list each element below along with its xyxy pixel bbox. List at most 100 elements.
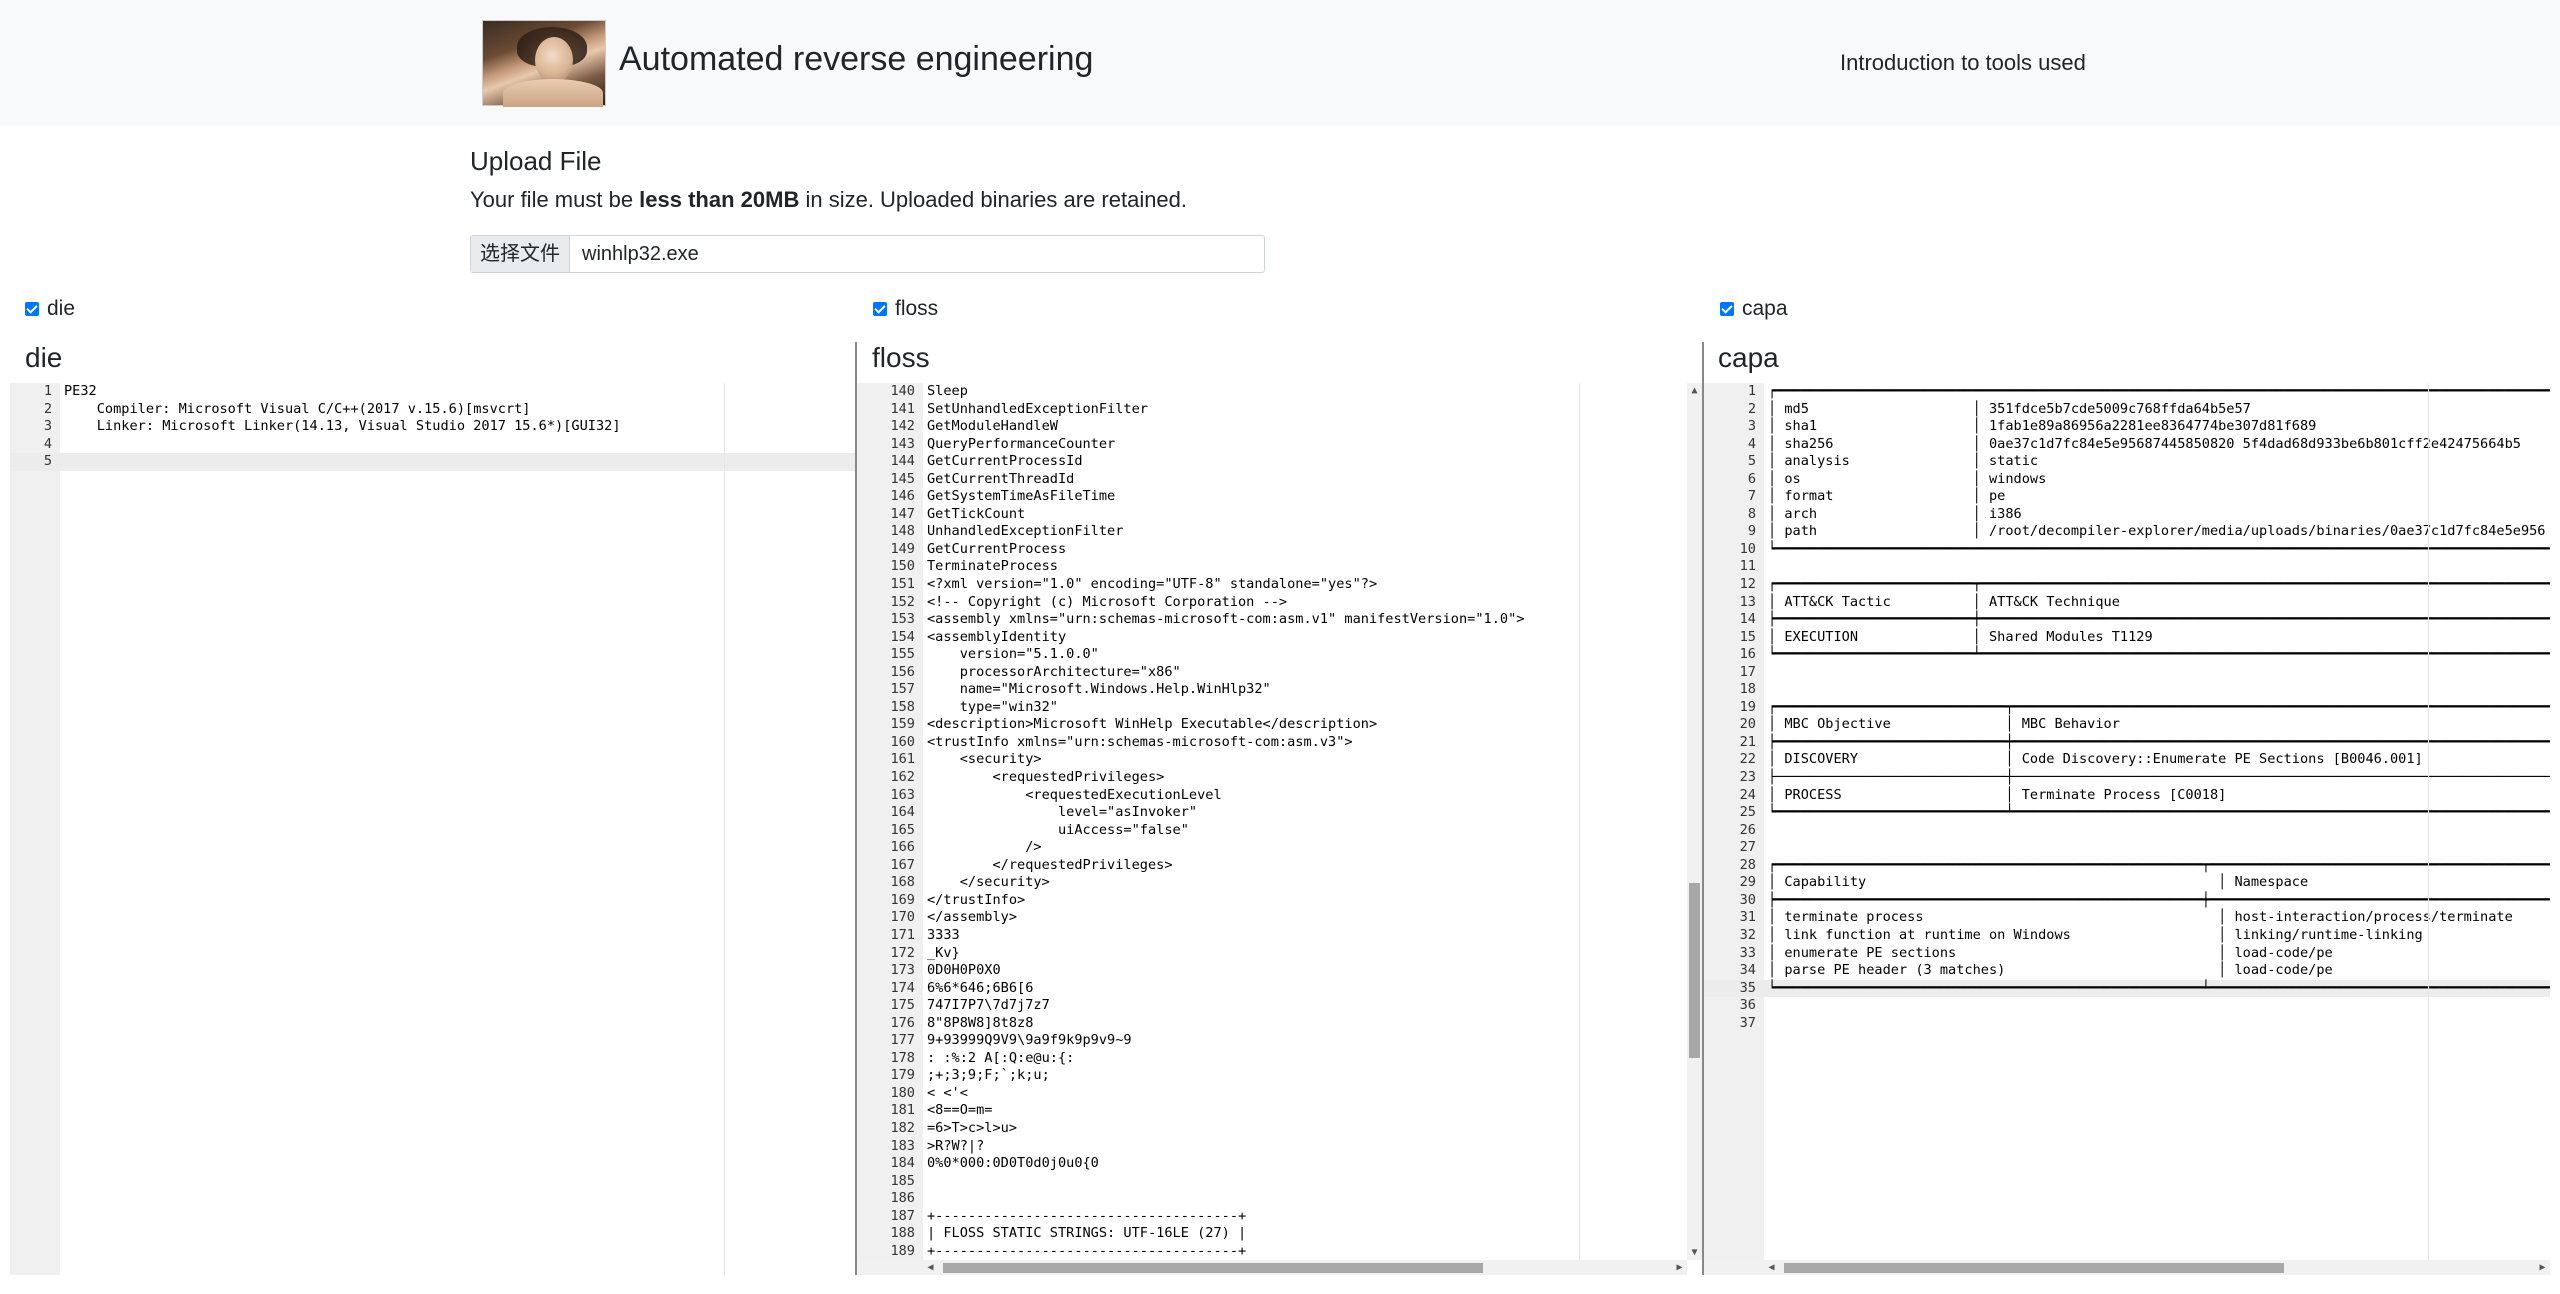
code-line[interactable]: TerminateProcess (923, 558, 1702, 576)
code-line[interactable]: </trustInfo> (923, 892, 1702, 910)
code-line[interactable] (923, 1173, 1702, 1191)
code-line[interactable]: Sleep (923, 383, 1702, 401)
code-line[interactable]: Linker: Microsoft Linker(14.13, Visual S… (60, 418, 855, 436)
code-line[interactable]: ┍━━━━━━━━━━━━━━━━━━━━━━━━┯━━━━━━━━━━━━━━… (1764, 576, 2550, 594)
code-line[interactable]: │ sha256 │ 0ae37c1d7fc84e5e9568744585082… (1764, 436, 2550, 454)
code-line[interactable]: </assembly> (923, 909, 1702, 927)
code-line[interactable]: │ path │ /root/decompiler-explorer/media… (1764, 523, 2550, 541)
capa-checkbox[interactable] (1720, 302, 1734, 316)
code-line[interactable]: <requestedPrivileges> (923, 769, 1702, 787)
code-line[interactable]: <description>Microsoft WinHelp Executabl… (923, 716, 1702, 734)
code-line[interactable]: ├────────────────────────────┼──────────… (1764, 769, 2550, 787)
code-line[interactable]: 0%0*000:0D0T0d0j0u0{0 (923, 1155, 1702, 1173)
code-line[interactable]: │ enumerate PE sections │ load-code/pe (1764, 945, 2550, 963)
scrollbar-thumb[interactable] (1784, 1263, 2284, 1273)
die-editor[interactable]: 12345 PE32 Compiler: Microsoft Visual C/… (10, 383, 855, 1275)
code-line[interactable]: 747I7P7\7d7j7z7 (923, 997, 1702, 1015)
code-line[interactable]: </requestedPrivileges> (923, 857, 1702, 875)
toggle-floss[interactable]: floss (873, 297, 938, 321)
code-line[interactable]: ┕━━━━━━━━━━━━━━━━━━━━━━━━━━━━━━━━━━━━━━━… (1764, 541, 2550, 559)
code-line[interactable]: +-------------------------------------+ (923, 1243, 1702, 1261)
code-line[interactable]: ┝━━━━━━━━━━━━━━━━━━━━━━━━━━━━┿━━━━━━━━━━… (1764, 734, 2550, 752)
code-line[interactable]: ┕━━━━━━━━━━━━━━━━━━━━━━━━━━━━━━━━━━━━━━━… (1764, 979, 2550, 998)
code-line[interactable]: <assembly xmlns="urn:schemas-microsoft-c… (923, 611, 1702, 629)
code-line[interactable] (60, 453, 855, 471)
code-line[interactable]: ┝━━━━━━━━━━━━━━━━━━━━━━━━━━━━━━━━━━━━━━━… (1764, 892, 2550, 910)
code-line[interactable]: version="5.1.0.0" (923, 646, 1702, 664)
code-area[interactable]: PE32 Compiler: Microsoft Visual C/C++(20… (60, 383, 855, 1275)
code-line[interactable]: uiAccess="false" (923, 822, 1702, 840)
code-line[interactable]: QueryPerformanceCounter (923, 436, 1702, 454)
floss-editor[interactable]: 140 141 142 143 144 145 146 147 148 149 150 151 152 1… (857, 383, 1702, 1275)
code-line[interactable]: │ os │ windows (1764, 471, 2550, 489)
code-line[interactable]: <8==O=m= (923, 1102, 1702, 1120)
code-area[interactable]: Sleep SetUnhandledExceptionFilter GetModul… (923, 383, 1702, 1275)
scroll-left-arrow[interactable]: ◀ (923, 1260, 938, 1275)
code-line[interactable]: >R?W?|? (923, 1138, 1702, 1156)
code-line[interactable]: ┕━━━━━━━━━━━━━━━━━━━━━━━━┷━━━━━━━━━━━━━━… (1764, 646, 2550, 664)
code-line[interactable]: < <'< (923, 1085, 1702, 1103)
toggle-capa[interactable]: capa (1720, 297, 1788, 321)
code-line[interactable]: │ parse PE header (3 matches) │ load-cod… (1764, 962, 2550, 980)
code-line[interactable]: +-------------------------------------+ (923, 1208, 1702, 1226)
brand-title[interactable]: Automated reverse engineering (619, 40, 1093, 79)
code-line[interactable]: <?xml version="1.0" encoding="UTF-8" sta… (923, 576, 1702, 594)
code-line[interactable] (1764, 997, 2550, 1015)
code-line[interactable] (1764, 822, 2550, 840)
code-line[interactable]: GetCurrentProcess (923, 541, 1702, 559)
code-line[interactable]: │ sha1 │ 1fab1e89a86956a2281ee8364774be3… (1764, 418, 2550, 436)
code-line[interactable]: │ PROCESS │ Terminate Process [C0018] (1764, 787, 2550, 805)
code-line[interactable]: ┍━━━━━━━━━━━━━━━━━━━━━━━━━━━━┯━━━━━━━━━━… (1764, 699, 2550, 717)
code-line[interactable]: _Kv} (923, 945, 1702, 963)
code-line[interactable]: 6%6*646;6B6[6 (923, 980, 1702, 998)
code-line[interactable]: PE32 (60, 383, 855, 401)
code-line[interactable]: │ md5 │ 351fdce5b7cde5009c768ffda64b5e57 (1764, 401, 2550, 419)
code-line[interactable]: GetCurrentProcessId (923, 453, 1702, 471)
code-line[interactable]: name="Microsoft.Windows.Help.WinHlp32" (923, 681, 1702, 699)
scroll-left-arrow[interactable]: ◀ (1764, 1260, 1779, 1275)
capa-editor[interactable]: 1 2 3 4 5 6 7 8 9 10 11 12 13 14 15 16 17 18 19 20 21 22 23 24 2… (1704, 383, 2550, 1275)
code-line[interactable]: │ DISCOVERY │ Code Discovery::Enumerate … (1764, 751, 2550, 769)
code-line[interactable]: Compiler: Microsoft Visual C/C++(2017 v.… (60, 401, 855, 419)
vertical-scrollbar[interactable]: ▲ ▼ (1687, 383, 1702, 1260)
scrollbar-thumb[interactable] (943, 1263, 1483, 1273)
code-line[interactable]: 0D0H0P0X0 (923, 962, 1702, 980)
choose-file-button[interactable]: 选择文件 (471, 236, 570, 272)
logo-portrait-image[interactable] (482, 20, 606, 107)
code-line[interactable]: │ Capability │ Namespace (1764, 874, 2550, 892)
file-input[interactable]: 选择文件 winhlp32.exe (470, 235, 1265, 273)
code-line[interactable]: 8"8P8W8]8t8z8 (923, 1015, 1702, 1033)
code-line[interactable] (1764, 1015, 2550, 1033)
horizontal-scrollbar[interactable]: ◀ ▶ (857, 1260, 1687, 1275)
code-line[interactable]: GetCurrentThreadId (923, 471, 1702, 489)
code-line[interactable]: <requestedExecutionLevel (923, 787, 1702, 805)
code-line[interactable]: </security> (923, 874, 1702, 892)
code-line[interactable]: level="asInvoker" (923, 804, 1702, 822)
code-line[interactable]: ┍━━━━━━━━━━━━━━━━━━━━━━━━━━━━━━━━━━━━━━━… (1764, 383, 2550, 401)
code-line[interactable]: GetModuleHandleW (923, 418, 1702, 436)
code-line[interactable]: /> (923, 839, 1702, 857)
floss-checkbox[interactable] (873, 302, 887, 316)
code-line[interactable]: 9+93999Q9V9\9a9f9k9p9v9~9 (923, 1032, 1702, 1050)
code-line[interactable] (1764, 664, 2550, 682)
nav-link-intro[interactable]: Introduction to tools used (1840, 50, 2086, 76)
code-line[interactable]: <trustInfo xmlns="urn:schemas-microsoft-… (923, 734, 1702, 752)
scroll-down-arrow[interactable]: ▼ (1687, 1245, 1702, 1260)
toggle-die[interactable]: die (25, 297, 75, 321)
code-line[interactable]: GetTickCount (923, 506, 1702, 524)
code-line[interactable]: │ analysis │ static (1764, 453, 2550, 471)
code-line[interactable] (60, 436, 855, 454)
code-line[interactable]: │ MBC Objective │ MBC Behavior (1764, 716, 2550, 734)
code-line[interactable]: ;+;3;9;F;`;k;u; (923, 1067, 1702, 1085)
code-line[interactable]: <security> (923, 751, 1702, 769)
code-line[interactable]: <assemblyIdentity (923, 629, 1702, 647)
code-line[interactable] (1764, 839, 2550, 857)
code-line[interactable]: │ EXECUTION │ Shared Modules T1129 (1764, 629, 2550, 647)
code-line[interactable]: type="win32" (923, 699, 1702, 717)
code-line[interactable]: UnhandledExceptionFilter (923, 523, 1702, 541)
code-line[interactable]: <!-- Copyright (c) Microsoft Corporation… (923, 594, 1702, 612)
code-line[interactable] (1764, 681, 2550, 699)
code-line[interactable]: ┍━━━━━━━━━━━━━━━━━━━━━━━━━━━━━━━━━━━━━━━… (1764, 857, 2550, 875)
code-line[interactable]: =6>T>c>l>u> (923, 1120, 1702, 1138)
code-line[interactable]: processorArchitecture="x86" (923, 664, 1702, 682)
